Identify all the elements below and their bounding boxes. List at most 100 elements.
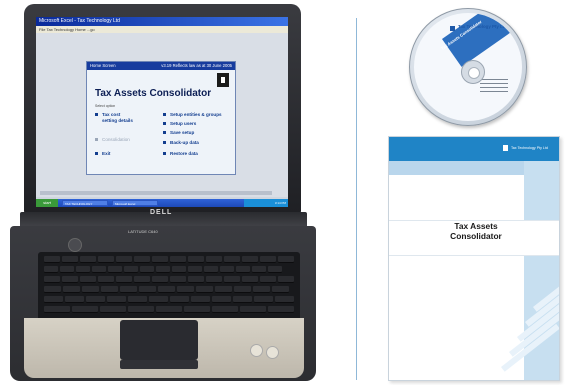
menu-item-setup-entities[interactable]: Setup entities & groups xyxy=(163,112,222,118)
keyboard-key xyxy=(44,286,61,293)
keyboard-key xyxy=(60,266,74,273)
keyboard-key xyxy=(44,256,60,263)
keyboard-key xyxy=(234,286,251,293)
model-label: LATITUDE C640 xyxy=(128,229,158,234)
keyboard-key xyxy=(188,256,204,263)
keyboard-key xyxy=(215,286,232,293)
keyboard-key xyxy=(206,276,222,283)
keyboard-key xyxy=(82,286,99,293)
keyboard-key xyxy=(116,276,132,283)
keyboard-key xyxy=(92,266,106,273)
keyboard-key xyxy=(152,276,168,283)
keyboard-key xyxy=(224,276,240,283)
keyboard xyxy=(38,252,300,322)
cd-center-hole-icon xyxy=(461,60,485,84)
panel-title-bar: Home Screen v3.19 Reflects law as at 30 … xyxy=(87,62,235,70)
keyboard-key xyxy=(191,296,210,303)
keyboard-key xyxy=(254,296,273,303)
keyboard-key xyxy=(170,276,186,283)
keyboard-key xyxy=(134,256,150,263)
keyboard-key xyxy=(275,296,294,303)
manual-title: Tax Assets Consolidator xyxy=(450,221,502,241)
app-home-panel: Home Screen v3.19 Reflects law as at 30 … xyxy=(86,61,236,175)
product-photo: Microsoft Excel - Tax Technology Ltd Fil… xyxy=(0,0,568,385)
cd-logo-icon xyxy=(450,26,455,31)
app-subheading: Select option xyxy=(95,104,116,108)
start-button[interactable]: start xyxy=(36,199,58,207)
cd-fine-print xyxy=(480,83,508,85)
keyboard-key xyxy=(272,286,289,293)
keyboard-key xyxy=(236,266,250,273)
keyboard-key xyxy=(152,256,168,263)
keyboard-key xyxy=(62,256,78,263)
keyboard-key xyxy=(196,286,213,293)
keyboard-key xyxy=(170,256,186,263)
menu-label: Setup entities & groups xyxy=(170,112,222,117)
menu-label: Exit xyxy=(102,151,111,156)
keyboard-key xyxy=(86,296,105,303)
windows-sticker-icon xyxy=(266,346,279,359)
keyboard-key xyxy=(278,276,294,283)
keyboard-key xyxy=(260,276,276,283)
keyboard-key xyxy=(158,286,175,293)
keyboard-key xyxy=(268,306,294,313)
taskbar-item[interactable]: Microsoft Excel xyxy=(112,200,158,206)
keyboard-key xyxy=(116,256,132,263)
keyboard-key xyxy=(206,256,222,263)
company-logo-icon xyxy=(217,73,229,87)
menu-item-restore[interactable]: Restore data xyxy=(163,151,198,157)
system-tray: 3:14 PM xyxy=(244,199,288,207)
keyboard-key xyxy=(80,256,96,263)
panel-title-left: Home Screen xyxy=(90,63,116,68)
horizontal-scrollbar[interactable] xyxy=(40,191,272,195)
keyboard-key xyxy=(224,256,240,263)
menu-label: Save setup xyxy=(170,130,195,135)
keyboard-key xyxy=(107,296,126,303)
keyboard-key xyxy=(149,296,168,303)
keyboard-key xyxy=(260,256,276,263)
window-title: Microsoft Excel - Tax Technology Ltd xyxy=(36,17,288,26)
taskbar-item[interactable]: TAX TECHNOLOGY xyxy=(62,200,108,206)
keyboard-key xyxy=(63,286,80,293)
menu-item-exit[interactable]: Exit xyxy=(95,151,110,157)
menu-item-setup-users[interactable]: Setup users xyxy=(163,121,196,127)
keyboard-key xyxy=(188,266,202,273)
menu-item-save-setup[interactable]: Save setup xyxy=(163,130,194,136)
keyboard-key xyxy=(72,306,98,313)
keyboard-key xyxy=(233,296,252,303)
cd-fine-print xyxy=(480,91,508,93)
keyboard-key xyxy=(44,276,60,283)
keyboard-key xyxy=(100,306,126,313)
keyboard-key xyxy=(220,266,234,273)
manual-booklet: Tax Technology Pty Ltd Tax Assets Consol… xyxy=(388,136,560,381)
keyboard-key xyxy=(252,266,266,273)
keyboard-key xyxy=(101,286,118,293)
taskbar: start TAX TECHNOLOGY Microsoft Excel 3:1… xyxy=(36,199,288,207)
sticker-badge-icon xyxy=(250,344,263,357)
touchpad-buttons xyxy=(120,360,198,369)
keyboard-key xyxy=(253,286,270,293)
menu-label: Consolidation xyxy=(102,137,130,142)
manual-company: Tax Technology Pty Ltd xyxy=(511,146,548,150)
keyboard-key xyxy=(177,286,194,293)
software-cd: Tax Technology Pty Ltd Tax Assets Consol… xyxy=(409,8,527,126)
keyboard-key xyxy=(212,306,238,313)
power-button-icon xyxy=(68,238,82,252)
keyboard-key xyxy=(278,256,294,263)
keyboard-key xyxy=(156,266,170,273)
menu-item-consolidation[interactable]: Consolidation xyxy=(95,137,130,143)
keyboard-key xyxy=(268,266,282,273)
keyboard-key xyxy=(188,276,204,283)
keyboard-key xyxy=(44,306,70,313)
menu-item-backup[interactable]: Back-up data xyxy=(163,140,199,146)
keyboard-key xyxy=(170,296,189,303)
keyboard-key xyxy=(108,266,122,273)
cd-label: Tax Technology Pty Ltd Tax Assets Consol… xyxy=(414,13,522,121)
menu-item-tax-cost[interactable]: Tax cost setting details xyxy=(95,112,136,124)
cd-fine-print xyxy=(480,87,508,89)
menu-label: Restore data xyxy=(170,151,198,156)
keyboard-key xyxy=(140,266,154,273)
keyboard-key xyxy=(44,266,58,273)
keyboard-key xyxy=(212,296,231,303)
panel-title-right: v3.19 Reflects law as at 30 June 2005 xyxy=(161,63,232,68)
